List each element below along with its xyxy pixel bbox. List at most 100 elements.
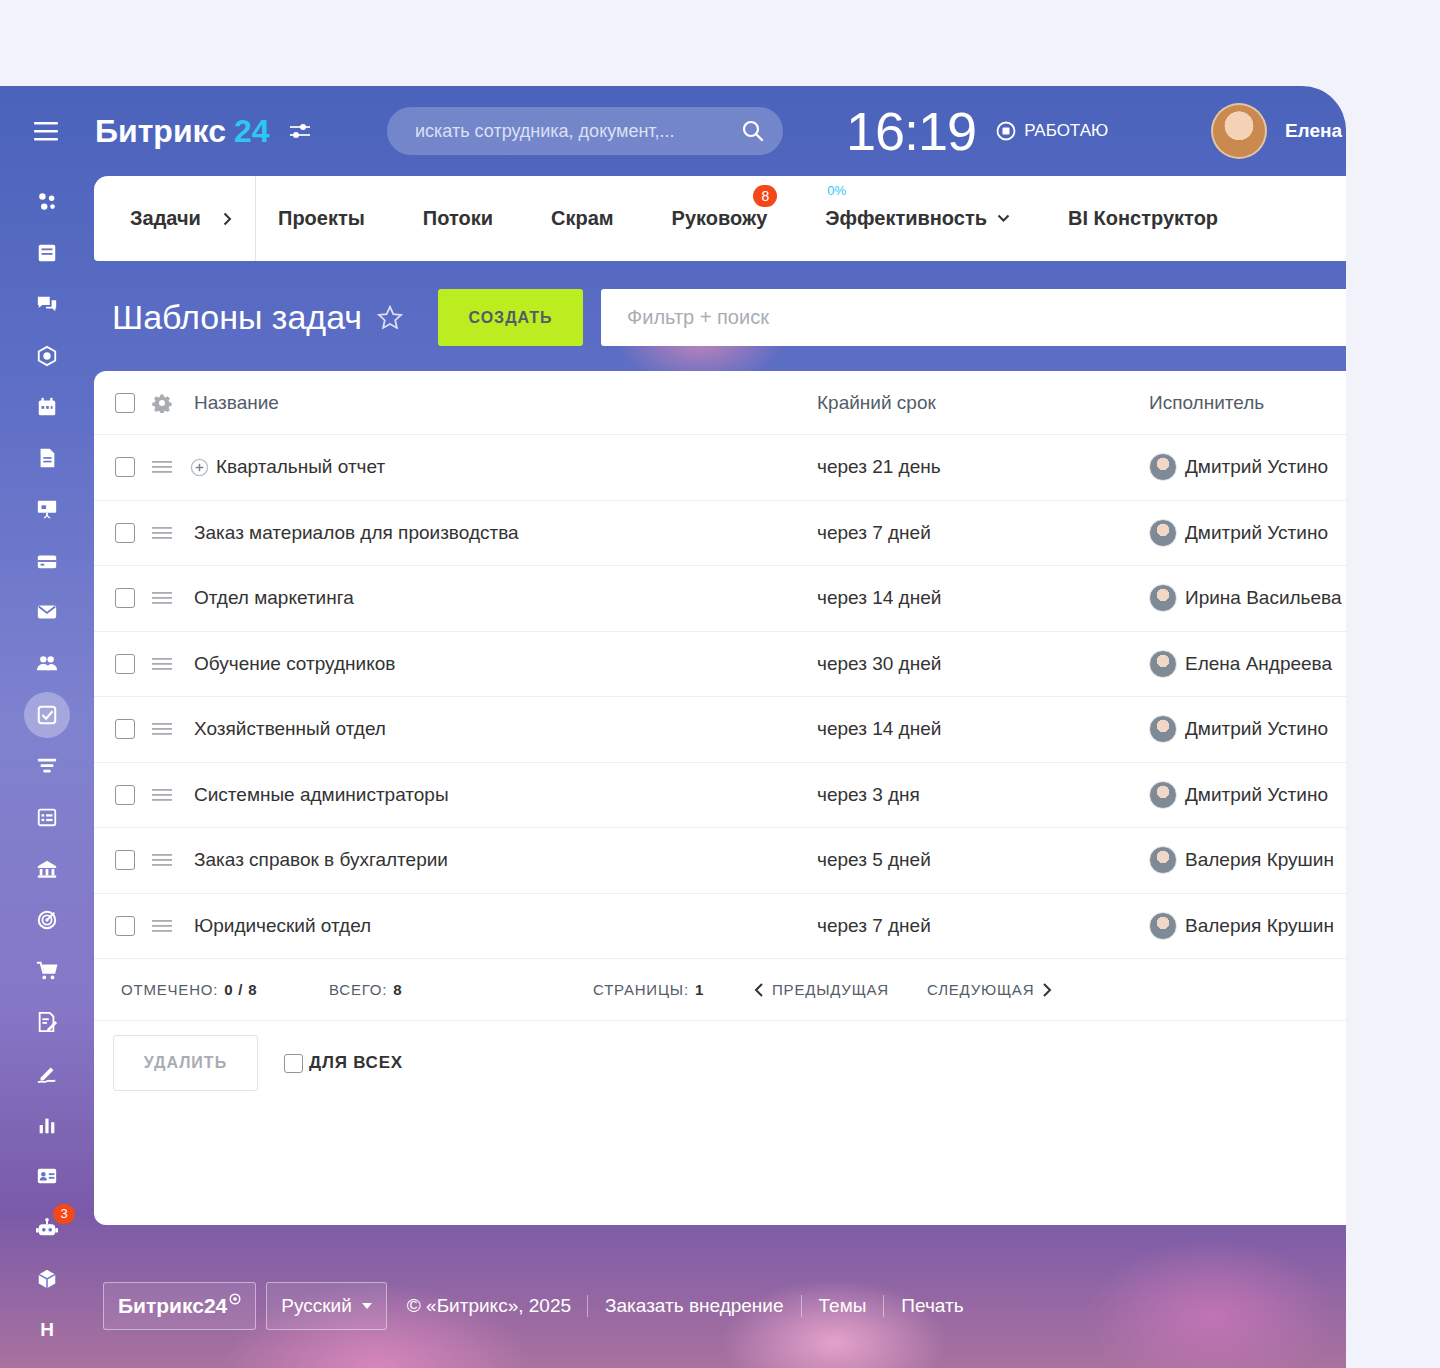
sidebar-item-button[interactable] — [24, 486, 70, 532]
sidebar-item-button[interactable] — [24, 999, 70, 1045]
row-name[interactable]: Обучение сотрудников — [194, 653, 395, 675]
delete-button[interactable]: УДАЛИТЬ — [113, 1035, 258, 1091]
language-select[interactable]: Русский — [266, 1282, 387, 1330]
nav-tab[interactable]: Руковожу8 — [672, 207, 768, 230]
sidebar-item[interactable]: Н — [0, 1305, 94, 1356]
sidebar-item-button[interactable] — [24, 179, 70, 225]
sidebar-item-button[interactable] — [24, 1153, 70, 1199]
row-checkbox[interactable] — [115, 588, 135, 608]
sidebar-item[interactable] — [0, 1151, 94, 1202]
table-row[interactable]: Системные администраторычерез 3 дняДмитр… — [94, 763, 1346, 829]
nav-tab[interactable]: Эффективность0% — [825, 207, 1010, 230]
row-name[interactable]: Отдел маркетинга — [194, 587, 354, 609]
sidebar-item-button[interactable] — [24, 1256, 70, 1302]
user-name[interactable]: Елена — [1285, 120, 1342, 142]
sidebar-item-button[interactable] — [24, 948, 70, 994]
drag-handle-icon[interactable] — [152, 526, 172, 540]
drag-handle-icon[interactable] — [152, 460, 172, 474]
sidebar-item[interactable] — [0, 997, 94, 1048]
search-field[interactable] — [387, 107, 783, 155]
sidebar-item[interactable] — [0, 176, 94, 227]
row-name[interactable]: Квартальный отчет — [216, 456, 385, 478]
select-all-checkbox[interactable] — [115, 393, 135, 413]
next-page-link[interactable]: СЛЕДУЮЩАЯ — [927, 981, 1052, 998]
row-name[interactable]: Заказ материалов для производства — [194, 522, 519, 544]
footer-link[interactable]: Темы — [801, 1295, 884, 1317]
nav-tab[interactable]: Задачи — [94, 176, 256, 261]
filter-input[interactable] — [625, 305, 1346, 330]
sidebar-item[interactable] — [0, 945, 94, 996]
column-header[interactable]: Крайний срок — [817, 392, 1149, 414]
sidebar-item-button[interactable] — [24, 435, 70, 481]
row-name[interactable]: Юридический отдел — [194, 915, 371, 937]
sidebar-item[interactable] — [0, 843, 94, 894]
column-header[interactable]: Исполнитель — [1149, 392, 1346, 414]
settings-sliders-icon[interactable] — [290, 123, 310, 139]
search-icon[interactable] — [741, 119, 765, 143]
table-row[interactable]: Заказ материалов для производствачерез 7… — [94, 501, 1346, 567]
table-row[interactable]: Обучение сотрудниковчерез 30 днейЕлена А… — [94, 632, 1346, 698]
sidebar-item[interactable] — [0, 227, 94, 278]
user-avatar[interactable] — [1211, 103, 1267, 159]
sidebar-letter[interactable]: Н — [40, 1319, 54, 1341]
create-button[interactable]: СОЗДАТЬ — [438, 289, 583, 346]
nav-tab[interactable]: Потоки — [423, 207, 493, 230]
table-row[interactable]: Квартальный отчетчерез 21 деньДмитрий Ус… — [94, 435, 1346, 501]
drag-handle-icon[interactable] — [152, 591, 172, 605]
prev-page-link[interactable]: ПРЕДЫДУЩАЯ — [754, 981, 927, 998]
row-assignee[interactable]: Дмитрий Устино — [1185, 784, 1328, 806]
search-input[interactable] — [413, 120, 741, 143]
row-assignee[interactable]: Дмитрий Устино — [1185, 456, 1328, 478]
sidebar-item[interactable] — [0, 1253, 94, 1304]
table-row[interactable]: Юридический отделчерез 7 днейВалерия Кру… — [94, 894, 1346, 960]
sidebar-item[interactable] — [0, 1099, 94, 1150]
nav-tab[interactable]: BI Конструктор — [1068, 207, 1218, 230]
sidebar-item-button[interactable] — [24, 230, 70, 276]
row-assignee[interactable]: Елена Андреева — [1185, 653, 1332, 675]
sidebar-item-button[interactable] — [24, 743, 70, 789]
sidebar-item-button[interactable] — [24, 794, 70, 840]
sidebar-item[interactable] — [0, 792, 94, 843]
nav-tab[interactable]: Проекты — [278, 207, 365, 230]
table-row[interactable]: Отдел маркетингачерез 14 днейИрина Васил… — [94, 566, 1346, 632]
sidebar-item-button[interactable] — [24, 333, 70, 379]
row-checkbox[interactable] — [115, 523, 135, 543]
drag-handle-icon[interactable] — [152, 657, 172, 671]
for-all-option[interactable]: ДЛЯ ВСЕХ — [284, 1053, 403, 1073]
sidebar-item[interactable] — [0, 689, 94, 740]
sidebar-item[interactable] — [0, 894, 94, 945]
sidebar-item-button[interactable] — [24, 1102, 70, 1148]
sidebar-item[interactable] — [0, 381, 94, 432]
nav-tab[interactable]: Скрам — [551, 207, 614, 230]
column-header[interactable]: Название — [194, 392, 817, 414]
sidebar-item-button[interactable] — [24, 281, 70, 327]
drag-handle-icon[interactable] — [152, 919, 172, 933]
row-checkbox[interactable] — [115, 457, 135, 477]
sidebar-item[interactable] — [0, 484, 94, 535]
sidebar-item[interactable] — [0, 1048, 94, 1099]
row-checkbox[interactable] — [115, 654, 135, 674]
sidebar-item[interactable] — [0, 279, 94, 330]
sidebar-item-button[interactable] — [24, 384, 70, 430]
star-icon[interactable] — [376, 304, 404, 332]
sidebar-item[interactable] — [0, 740, 94, 791]
sidebar-item[interactable] — [0, 586, 94, 637]
row-name[interactable]: Системные администраторы — [194, 784, 449, 806]
gear-icon[interactable] — [152, 393, 172, 413]
footer-brand[interactable]: Битрикс24 — [103, 1282, 256, 1330]
row-checkbox[interactable] — [115, 785, 135, 805]
sidebar-item[interactable]: 3 — [0, 1202, 94, 1253]
sidebar-item-button[interactable] — [24, 846, 70, 892]
sidebar-item-button[interactable] — [24, 692, 70, 738]
drag-handle-icon[interactable] — [152, 788, 172, 802]
row-assignee[interactable]: Ирина Васильева — [1185, 587, 1342, 609]
sidebar-item[interactable] — [0, 638, 94, 689]
sidebar-item-button[interactable] — [24, 897, 70, 943]
row-assignee[interactable]: Дмитрий Устино — [1185, 522, 1328, 544]
sidebar-item-button[interactable] — [24, 538, 70, 584]
row-checkbox[interactable] — [115, 719, 135, 739]
expand-plus-icon[interactable] — [190, 458, 209, 477]
drag-handle-icon[interactable] — [152, 722, 172, 736]
sidebar-item[interactable] — [0, 535, 94, 586]
sidebar-item[interactable] — [0, 432, 94, 483]
